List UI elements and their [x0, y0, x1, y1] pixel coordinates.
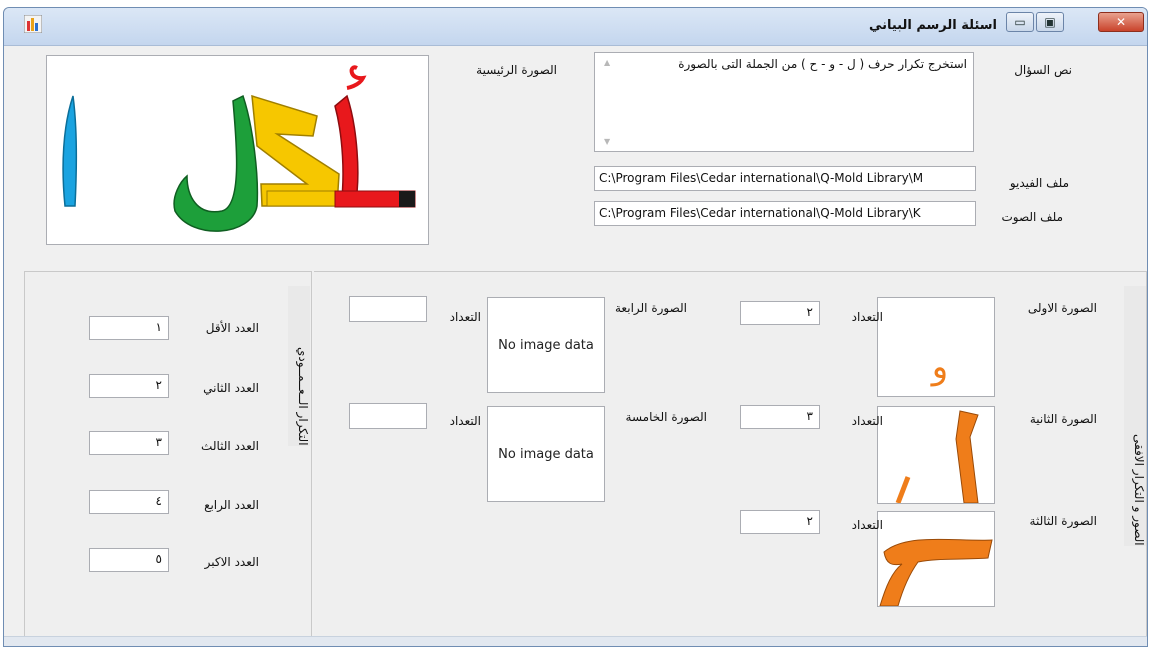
image-1-count-label: التعداد: [851, 310, 883, 324]
main-image-drawing: [62, 65, 416, 232]
number-4-label: العدد الرابع: [204, 498, 259, 512]
window-bottom-edge: [4, 636, 1147, 646]
image-4: No image data: [487, 297, 605, 393]
close-button[interactable]: ✕: [1098, 12, 1144, 32]
image-2: [877, 406, 995, 504]
image-5-count-field[interactable]: [349, 403, 427, 429]
scroll-up-icon[interactable]: ▲: [604, 58, 610, 67]
number-5-field[interactable]: ٥: [89, 548, 169, 572]
image-5-count-label: التعداد: [449, 414, 481, 428]
number-4-field[interactable]: ٤: [89, 490, 169, 514]
image-5: No image data: [487, 406, 605, 502]
image-3-label: الصورة الثالثة: [1029, 514, 1097, 528]
main-image: [46, 55, 429, 245]
image-2-count-field[interactable]: ٣: [740, 405, 820, 429]
number-2-field[interactable]: ٢: [89, 374, 169, 398]
minimize-button[interactable]: ▭: [1006, 12, 1034, 32]
number-5-label: العدد الاكبر: [204, 555, 259, 569]
question-text-area[interactable]: ▲ استخرج تكرار حرف ( ل - و - ح ) من الجم…: [594, 52, 974, 152]
image-2-label: الصورة الثانية: [1029, 412, 1097, 426]
image-3-count-field[interactable]: ٢: [740, 510, 820, 534]
title-bar: اسئلة الرسم البياني ▭ ▣ ✕: [4, 8, 1147, 46]
image-3: [877, 511, 995, 607]
image-4-count-label: التعداد: [449, 310, 481, 324]
audio-file-label: ملف الصوت: [1001, 210, 1063, 224]
image-3-drawing: [879, 538, 993, 606]
number-1-label: العدد الأقل: [205, 321, 259, 335]
vertical-group-title: التكرار الــعــمــودي: [288, 286, 310, 446]
image-4-count-field[interactable]: [349, 296, 427, 322]
question-text-label: نص السؤال: [1014, 63, 1072, 77]
scroll-down-icon[interactable]: ▼: [604, 137, 610, 146]
image-3-count-label: التعداد: [851, 518, 883, 532]
main-image-label: الصورة الرئيسية: [476, 63, 557, 77]
number-3-label: العدد الثالث: [201, 439, 259, 453]
video-file-label: ملف الفيديو: [1009, 176, 1069, 190]
window-title: اسئلة الرسم البياني: [868, 18, 997, 33]
app-window: اسئلة الرسم البياني ▭ ▣ ✕ نص السؤال ▲ اس…: [3, 7, 1148, 647]
horizontal-group-title: الصور و التكرار الافقى: [1124, 286, 1146, 546]
image-2-drawing: [895, 410, 979, 503]
image-1-count-field[interactable]: ٢: [740, 301, 820, 325]
video-file-field[interactable]: C:\Program Files\Cedar international\Q-M…: [594, 166, 976, 191]
image-2-count-label: التعداد: [851, 414, 883, 428]
image-5-label: الصورة الخامسة: [625, 410, 707, 424]
svg-text:و: و: [930, 347, 948, 387]
image-4-label: الصورة الرابعة: [615, 301, 687, 315]
image-1: و: [877, 297, 995, 397]
number-2-label: العدد الثاني: [203, 381, 259, 395]
number-1-field[interactable]: ١: [89, 316, 169, 340]
number-3-field[interactable]: ٣: [89, 431, 169, 455]
image-1-label: الصورة الاولى: [1027, 301, 1097, 315]
image-1-drawing: و: [930, 347, 948, 387]
audio-file-field[interactable]: C:\Program Files\Cedar international\Q-M…: [594, 201, 976, 226]
form-content: نص السؤال ▲ استخرج تكرار حرف ( ل - و - ح…: [4, 46, 1147, 646]
horizontal-repetition-group: [314, 271, 1147, 646]
chart-icon: [24, 15, 42, 33]
image-5-no-image-text: No image data: [498, 446, 594, 462]
image-4-no-image-text: No image data: [498, 337, 594, 353]
maximize-button[interactable]: ▣: [1036, 12, 1064, 32]
question-text-value: استخرج تكرار حرف ( ل - و - ح ) من الجملة…: [678, 57, 967, 71]
